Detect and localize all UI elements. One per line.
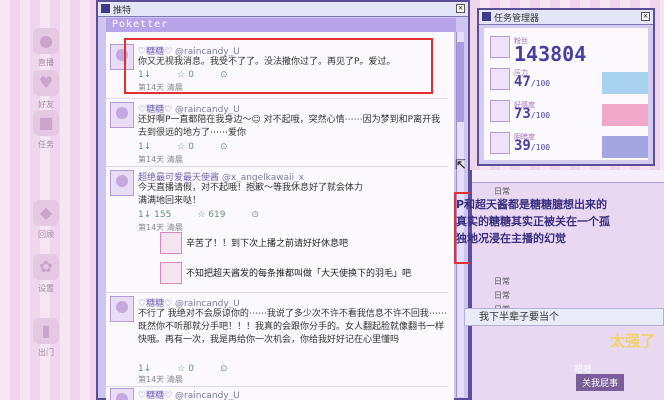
avatar[interactable] <box>110 296 134 322</box>
tweet-name: ♡糖糖♡ <box>138 391 173 400</box>
reply-item[interactable]: 不知把超天酱发的每条推都叫做「大天使换下的羽毛」吧 <box>146 262 446 288</box>
tweet[interactable]: 超绝最可爱最天使酱 @x_angelkawaii_x 今天直播请假，对不起哦！抱… <box>110 170 450 232</box>
desktop-icon-review[interactable]: ◆ 回顾 <box>26 200 66 240</box>
scrollbar-thumb[interactable] <box>457 42 464 122</box>
stress-bar <box>602 72 648 94</box>
divider <box>106 292 448 293</box>
tweet-text: 不行了 我绝对不会原谅你的⋯⋯我说了多少次不许不看我信息不许不回我⋯⋯既然你不听… <box>138 309 447 345</box>
avatar[interactable] <box>110 388 134 400</box>
tweet-actions: 1↓ 155 ☆ 619 ⊙ <box>138 210 285 220</box>
affection-icon <box>490 100 510 122</box>
reply-avatar <box>160 232 182 254</box>
stat-max: /100 <box>530 143 551 152</box>
tweet-text: 今天直播请假，对不起哦！抱歉～等我休息好了就会体力满满地回来哒！ <box>138 183 364 206</box>
desktop-icon-label: 设置 <box>38 284 54 293</box>
tweet-actions: 1↓ ☆ 0 ⊙ <box>138 364 253 374</box>
status-window: 任务管理器 × 粉丝 143804 压力 47/100 好感度 73/100 阴… <box>477 8 655 166</box>
more-icon[interactable]: ⊙ <box>251 210 259 220</box>
retweet-button[interactable]: 1↓ <box>138 142 151 152</box>
highlight-box <box>124 38 433 94</box>
big-caption: 太强了 <box>610 332 656 350</box>
more-icon[interactable]: ⊙ <box>220 142 228 152</box>
tweet[interactable]: ♡糖糖♡ @raincandy_U <box>110 388 450 400</box>
tweet-text: 还好啊P一直都陪在我身边～☺ 对不起哦，突然心情⋯⋯因为梦到和P离开我去到很远的… <box>138 115 441 138</box>
like-button[interactable]: ☆ 0 <box>177 364 194 374</box>
divider <box>106 386 448 387</box>
speech-bubble: 我下半辈子要当个 <box>464 308 664 326</box>
day-label: 日常 <box>494 291 510 300</box>
darkness-icon <box>490 132 510 154</box>
tweet-time: 第14天 清晨 <box>138 155 183 164</box>
desktop-icon-friends[interactable]: ♥ 好友 <box>26 70 66 110</box>
stat-number: 47 <box>514 74 531 90</box>
like-button[interactable]: ☆ 619 <box>197 210 225 220</box>
stress-icon <box>490 68 510 90</box>
followers-count: 143804 <box>514 42 587 66</box>
stat-value: 73/100 <box>514 106 550 122</box>
desktop-icon-stream[interactable]: ● 直播 <box>26 28 66 68</box>
reply-avatar <box>160 262 182 284</box>
desktop-icon-label: 出门 <box>38 348 54 357</box>
stat-value: 39/100 <box>514 138 550 154</box>
window-icon <box>101 4 110 13</box>
window-icon <box>482 12 491 21</box>
close-icon[interactable]: × <box>456 4 465 13</box>
reply-text: 辛苦了！！到下次上播之前请好好休息吧 <box>186 239 349 249</box>
more-icon[interactable]: ⊙ <box>220 364 228 374</box>
close-icon[interactable]: × <box>641 12 650 21</box>
app-name-bar: Poketter <box>106 18 456 32</box>
status-panel: 粉丝 143804 压力 47/100 好感度 73/100 阴暗度 39/10… <box>484 28 648 160</box>
followers-row: 粉丝 143804 <box>490 36 640 66</box>
tweet-author: ♡糖糖♡ @raincandy_U <box>138 388 240 400</box>
tweet[interactable]: ♡糖糖♡ @raincandy_U 不行了 我绝对不会原谅你的⋯⋯我说了多少次不… <box>110 296 450 384</box>
review-icon: ◆ <box>33 200 59 226</box>
door-icon: ▮ <box>33 318 59 344</box>
task-icon: ■ <box>33 110 59 136</box>
retweet-button[interactable]: 1↓ 155 <box>138 210 171 220</box>
window-title: 推特 <box>113 6 132 16</box>
reaction-tag: 关我屁事 <box>576 374 625 391</box>
retweet-button[interactable]: 1↓ <box>138 364 151 374</box>
stream-icon: ● <box>33 28 59 54</box>
stat-max: /100 <box>530 111 551 120</box>
tweet[interactable]: ♡糖糖♡ @raincandy_U 还好啊P一直都陪在我身边～☺ 对不起哦，突然… <box>110 102 450 164</box>
avatar[interactable] <box>110 102 134 128</box>
desktop-icon-label: 回顾 <box>38 230 54 239</box>
window-titlebar[interactable]: 推特 × <box>98 2 468 17</box>
dialogue-titlebar <box>472 170 664 183</box>
desktop-icon-label: 好友 <box>38 100 54 109</box>
stat-number: 39 <box>514 138 531 154</box>
stat-max: /100 <box>530 79 551 88</box>
stat-number: 73 <box>514 106 531 122</box>
stat-value: 47/100 <box>514 74 550 90</box>
status-title: 任务管理器 <box>494 14 540 24</box>
followers-icon <box>490 36 510 58</box>
desktop-icon-label: 直播 <box>38 58 54 67</box>
desktop-icon-label: 任务 <box>38 140 54 149</box>
friends-icon: ♥ <box>33 70 59 96</box>
darkness-bar <box>602 136 648 158</box>
gear-icon: ✿ <box>33 254 59 280</box>
reply-text: 不知把超天酱发的每条推都叫做「大天使换下的羽毛」吧 <box>186 269 412 279</box>
divider <box>106 166 448 167</box>
desktop-icon-tasks[interactable]: ■ 任务 <box>26 110 66 150</box>
affection-bar <box>602 104 648 126</box>
tweet-handle: @raincandy_U <box>175 391 240 400</box>
avatar[interactable] <box>110 170 134 196</box>
desktop-icon-go-out[interactable]: ▮ 出门 <box>26 318 66 358</box>
desktop-icon-settings[interactable]: ✿ 设置 <box>26 254 66 294</box>
mouse-cursor-icon: ⇱ <box>455 158 466 173</box>
divider <box>106 98 448 99</box>
status-titlebar[interactable]: 任务管理器 × <box>479 10 653 25</box>
dialogue-text: P和超天酱都是糖糖臆想出来的 真实的糖糖其实正被关在一个孤独地况浸在主播的幻觉 <box>456 198 610 245</box>
tweet-time: 第14天 清晨 <box>138 375 183 384</box>
reply-item[interactable]: 辛苦了！！到下次上播之前请好好休息吧 <box>146 232 446 258</box>
day-label: 日常 <box>494 277 510 286</box>
like-button[interactable]: ☆ 0 <box>177 142 194 152</box>
tweet-actions: 1↓ ☆ 0 ⊙ <box>138 142 253 152</box>
